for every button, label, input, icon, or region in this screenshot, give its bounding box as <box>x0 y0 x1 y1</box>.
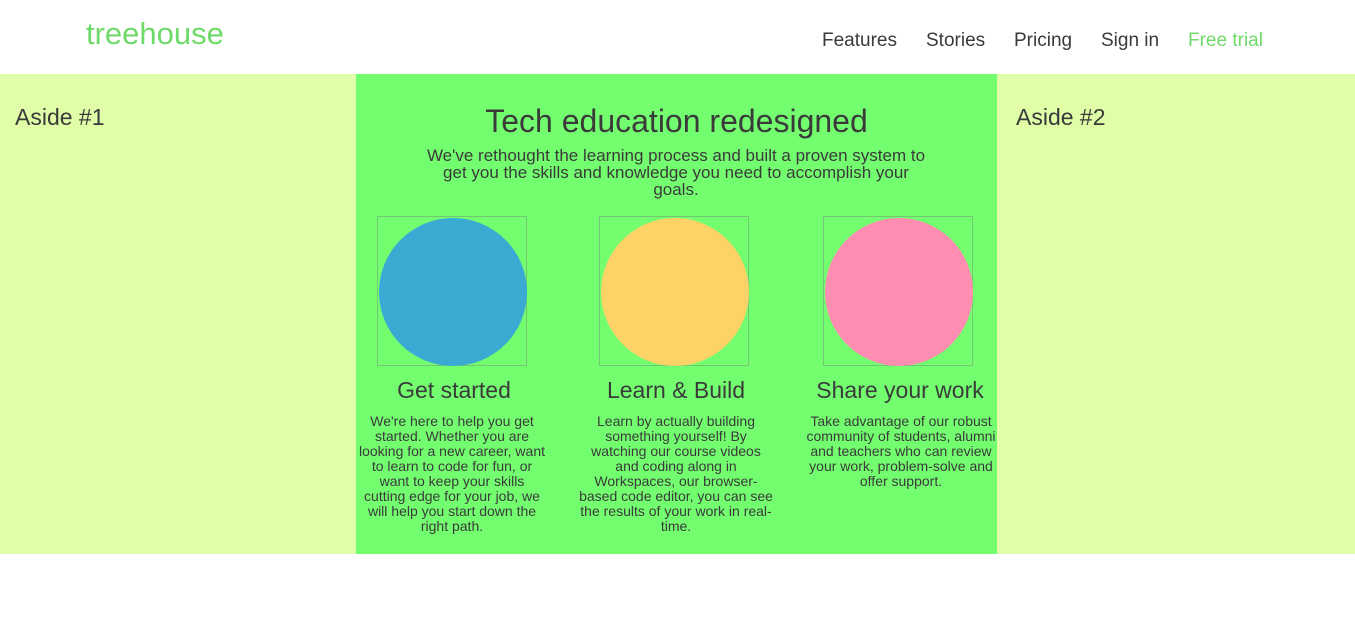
aside-right: Aside #2 <box>997 74 1355 554</box>
feature-text: We're here to help you get started. Whet… <box>359 413 545 534</box>
blue-circle-image <box>379 218 527 366</box>
feature-share-work: Share your work Take advantage of our ro… <box>803 74 997 554</box>
nav-link-free-trial[interactable]: Free trial <box>1188 30 1263 52</box>
yellow-circle-image <box>601 218 749 366</box>
feature-get-started: Get started We're here to help you get s… <box>357 74 551 554</box>
feature-title: Get started <box>397 377 511 403</box>
feature-image-frame <box>377 216 527 366</box>
feature-image-frame <box>599 216 749 366</box>
aside-left-title: Aside #1 <box>15 104 105 130</box>
nav-link-signin[interactable]: Sign in <box>1101 30 1159 52</box>
nav-link-features[interactable]: Features <box>822 30 897 52</box>
aside-right-title: Aside #2 <box>1016 104 1106 130</box>
feature-image-frame <box>823 216 973 366</box>
main-content: Tech education redesigned We've rethough… <box>356 74 997 554</box>
main-nav: Features Stories Pricing Sign in Free tr… <box>0 30 1355 54</box>
pink-circle-image <box>825 218 973 366</box>
feature-learn-build: Learn & Build Learn by actually building… <box>579 74 773 554</box>
feature-text: Learn by actually building something you… <box>579 413 773 534</box>
nav-link-stories[interactable]: Stories <box>926 30 985 52</box>
aside-left: Aside #1 <box>0 74 356 554</box>
feature-text: Take advantage of our robust community o… <box>806 413 996 489</box>
feature-title: Learn & Build <box>606 377 746 403</box>
feature-title: Share your work <box>816 377 984 403</box>
nav-link-pricing[interactable]: Pricing <box>1014 30 1072 52</box>
site-header: treehouse Features Stories Pricing Sign … <box>0 0 1355 74</box>
